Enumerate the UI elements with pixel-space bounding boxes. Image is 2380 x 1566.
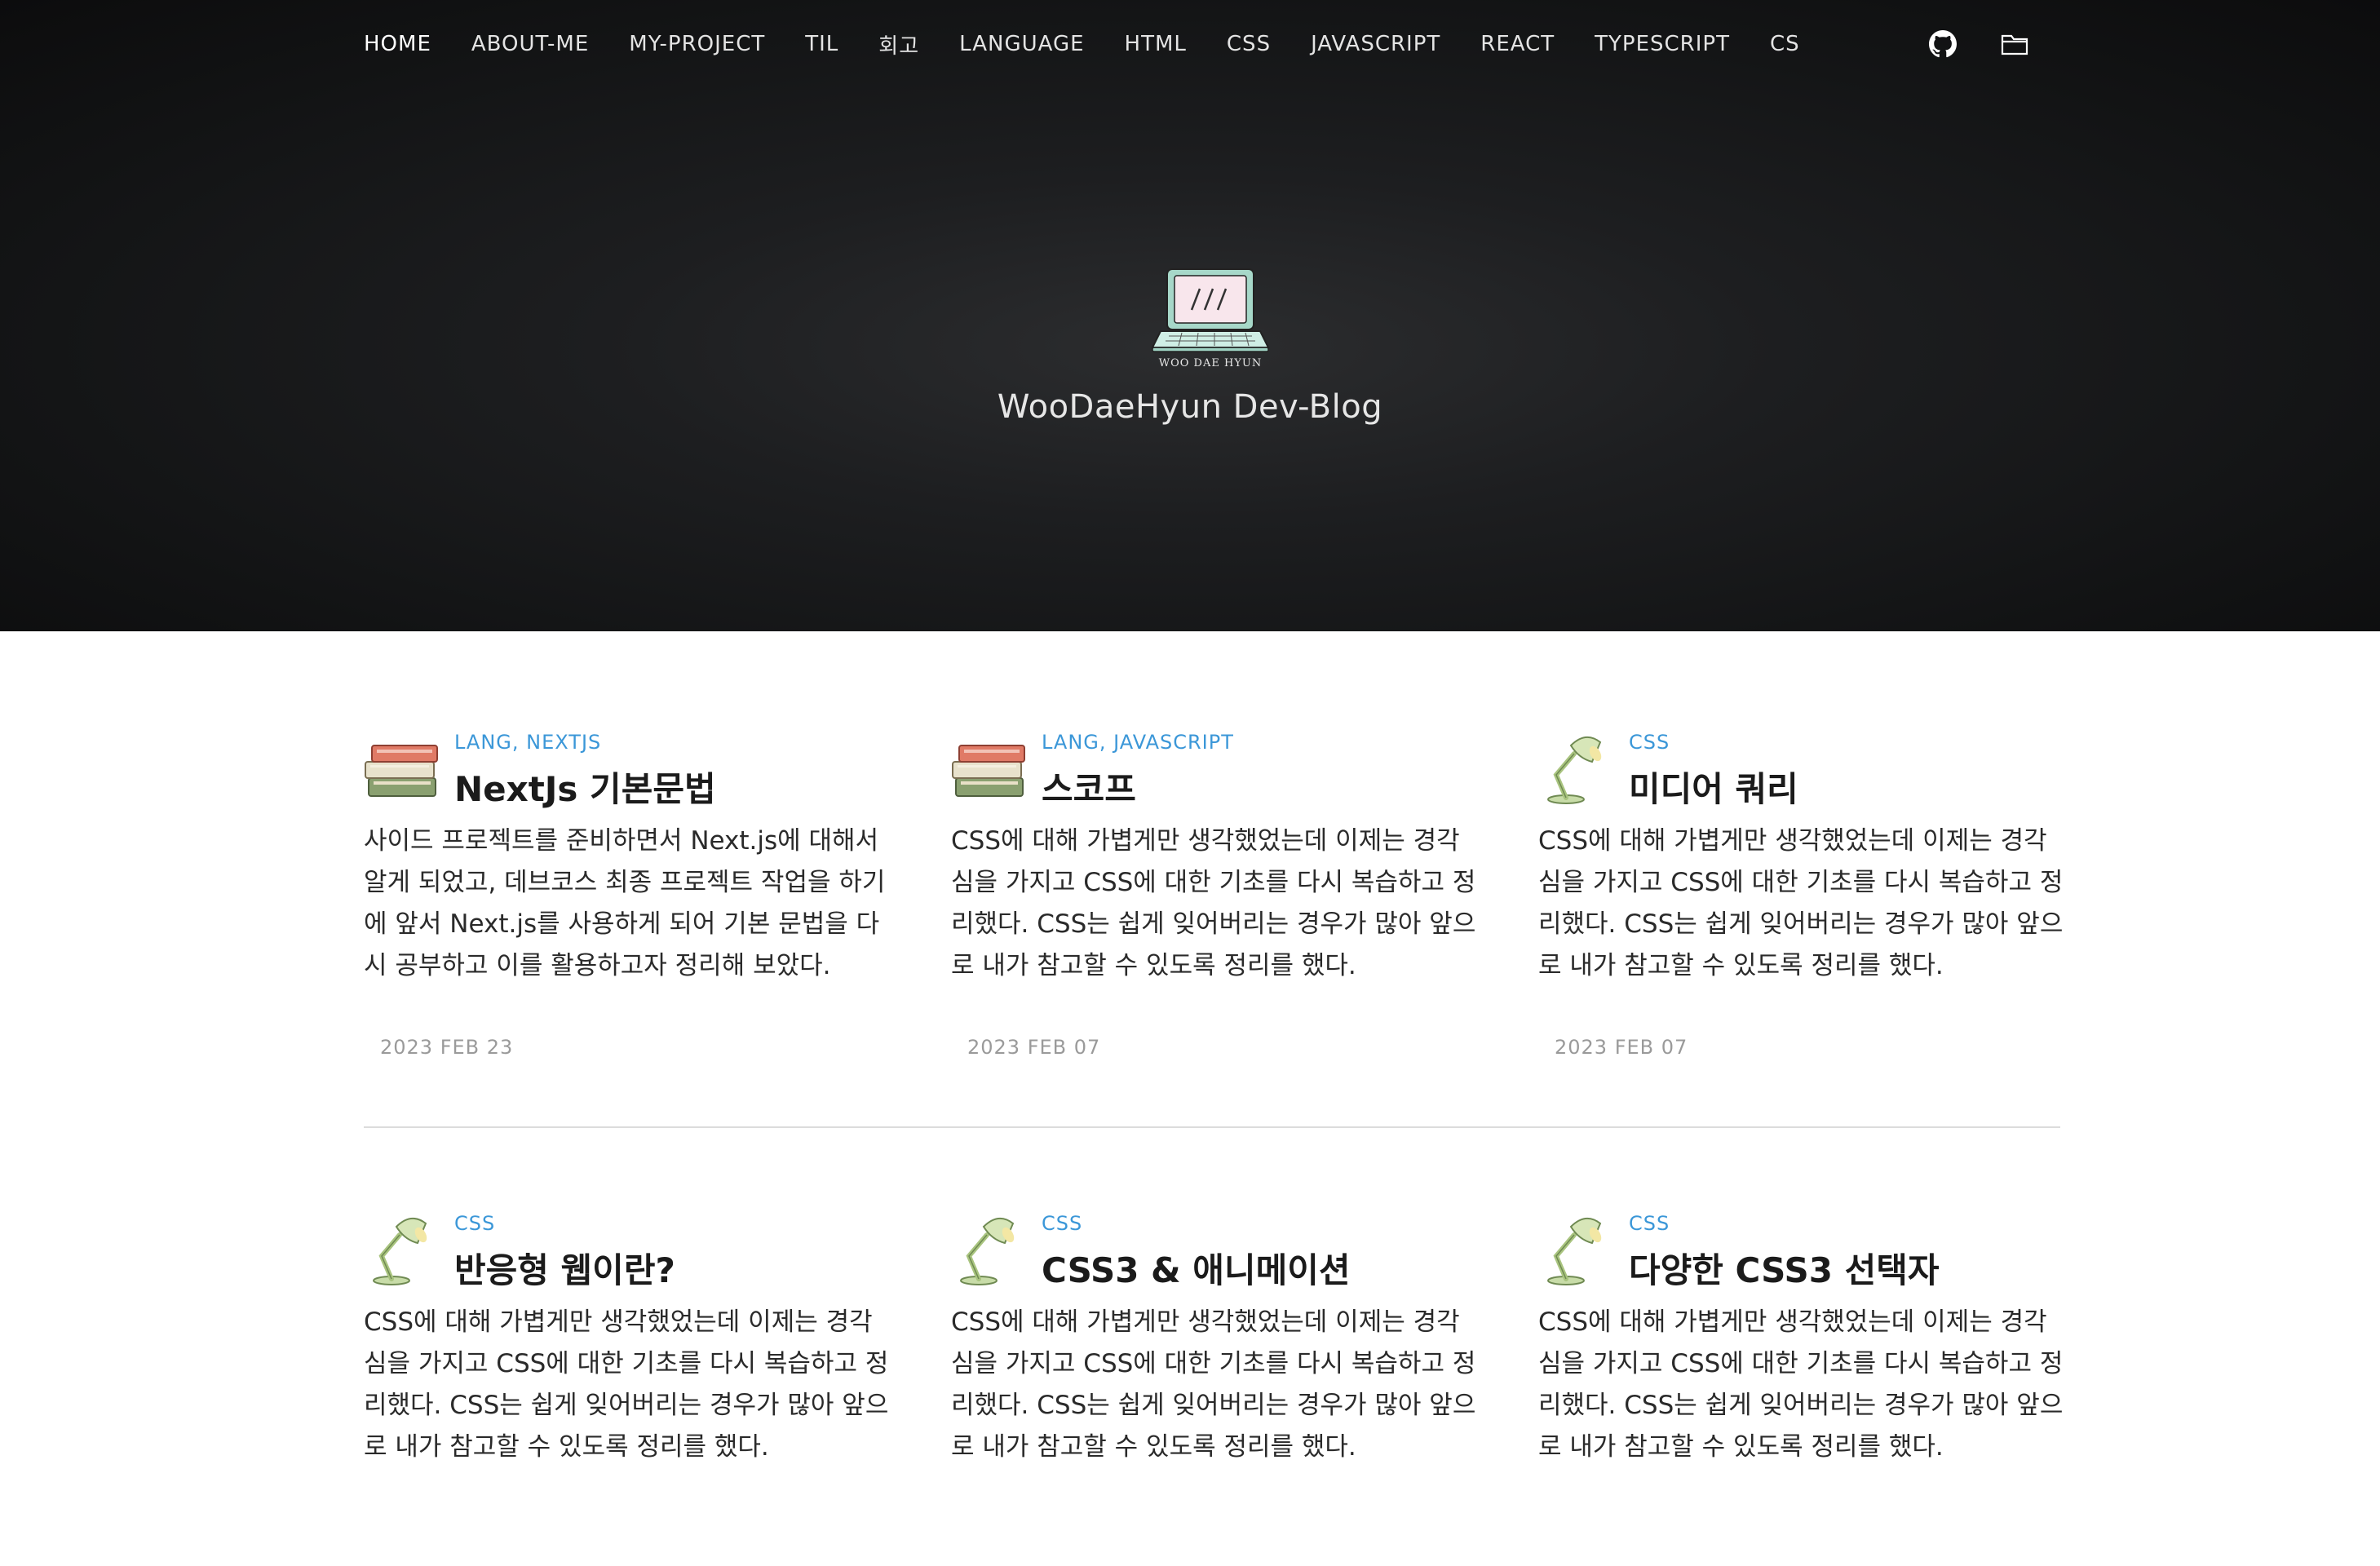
nav-item-javascript[interactable]: JAVASCRIPT bbox=[1311, 32, 1440, 56]
row-divider bbox=[364, 1126, 2060, 1128]
post-tags[interactable]: CSS bbox=[1629, 1212, 1670, 1235]
lamp-icon bbox=[1538, 729, 1617, 807]
nav-item-cs[interactable]: CS bbox=[1770, 32, 1800, 56]
site-logo: WOO DAE HYUN bbox=[1149, 263, 1272, 370]
nav-icon-group bbox=[1927, 28, 2031, 60]
post-row: CSS 반응형 웹이란? CSS에 대해 가볍게만 생각했었는데 이제는 경각심… bbox=[364, 1207, 2063, 1566]
logo-text: WOO DAE HYUN bbox=[1159, 357, 1263, 369]
post-title[interactable]: 스코프 bbox=[1042, 762, 1136, 812]
post-excerpt: CSS에 대해 가볍게만 생각했었는데 이제는 경각심을 가지고 CSS에 대한… bbox=[1538, 826, 2064, 980]
post-title[interactable]: 다양한 CSS3 선택자 bbox=[1629, 1243, 1940, 1293]
hero-banner: HOME ABOUT-ME MY-PROJECT TIL 회고 LANGUAGE… bbox=[0, 0, 2380, 631]
site-title[interactable]: WooDaeHyun Dev-Blog bbox=[0, 388, 2380, 426]
post-date: 2023 FEB 23 bbox=[380, 1036, 514, 1059]
nav-item-typescript[interactable]: TYPESCRIPT bbox=[1595, 32, 1730, 56]
nav-item-my-project[interactable]: MY-PROJECT bbox=[629, 32, 765, 56]
lamp-icon bbox=[364, 1210, 442, 1289]
post-title[interactable]: 반응형 웹이란? bbox=[454, 1243, 675, 1293]
post-title[interactable]: CSS3 & 애니메이션 bbox=[1042, 1243, 1351, 1293]
top-nav: HOME ABOUT-ME MY-PROJECT TIL 회고 LANGUAGE… bbox=[364, 28, 1840, 60]
nav-item-about-me[interactable]: ABOUT-ME bbox=[471, 32, 589, 56]
nav-item-css[interactable]: CSS bbox=[1227, 32, 1271, 56]
nav-item-til[interactable]: TIL bbox=[805, 32, 838, 56]
lamp-icon bbox=[1538, 1210, 1617, 1289]
github-icon[interactable] bbox=[1927, 28, 1959, 60]
books-icon bbox=[364, 729, 442, 807]
lamp-icon bbox=[951, 1210, 1029, 1289]
post-card[interactable]: CSS CSS3 & 애니메이션 CSS에 대해 가볍게만 생각했었는데 이제는… bbox=[951, 1207, 1475, 1566]
nav-item-home[interactable]: HOME bbox=[364, 32, 431, 56]
post-tags[interactable]: CSS bbox=[454, 1212, 495, 1235]
nav-item-language[interactable]: LANGUAGE bbox=[959, 32, 1084, 56]
post-card[interactable]: CSS 다양한 CSS3 선택자 CSS에 대해 가볍게만 생각했었는데 이제는… bbox=[1538, 1207, 2063, 1566]
post-excerpt: CSS에 대해 가볍게만 생각했었는데 이제는 경각심을 가지고 CSS에 대한… bbox=[364, 1307, 889, 1462]
post-excerpt: 사이드 프로젝트를 준비하면서 Next.js에 대해서 알게 되었고, 데브코… bbox=[364, 826, 886, 980]
post-date: 2023 FEB 07 bbox=[967, 1036, 1101, 1059]
post-card[interactable]: CSS 미디어 쿼리 CSS에 대해 가볍게만 생각했었는데 이제는 경각심을 … bbox=[1538, 726, 2063, 1085]
nav-item-html[interactable]: HTML bbox=[1125, 32, 1187, 56]
books-icon bbox=[951, 729, 1029, 807]
post-excerpt: CSS에 대해 가볍게만 생각했었는데 이제는 경각심을 가지고 CSS에 대한… bbox=[951, 826, 1476, 980]
post-tags[interactable]: CSS bbox=[1629, 731, 1670, 754]
nav-item-react[interactable]: REACT bbox=[1480, 32, 1555, 56]
post-card[interactable]: CSS 반응형 웹이란? CSS에 대해 가볍게만 생각했었는데 이제는 경각심… bbox=[364, 1207, 888, 1566]
nav-item-retrospective[interactable]: 회고 bbox=[878, 29, 919, 60]
post-title[interactable]: 미디어 쿼리 bbox=[1629, 762, 1798, 812]
post-tags[interactable]: LANG, JAVASCRIPT bbox=[1042, 731, 1234, 754]
post-row: LANG, NEXTJS NextJs 기본문법 사이드 프로젝트를 준비하면서… bbox=[364, 726, 2063, 1085]
post-excerpt: CSS에 대해 가볍게만 생각했었는데 이제는 경각심을 가지고 CSS에 대한… bbox=[1538, 1307, 2064, 1462]
post-date: 2023 FEB 07 bbox=[1555, 1036, 1688, 1059]
folder-icon[interactable] bbox=[1998, 28, 2031, 60]
post-card[interactable]: LANG, JAVASCRIPT 스코프 CSS에 대해 가볍게만 생각했었는데… bbox=[951, 726, 1475, 1085]
post-tags[interactable]: LANG, NEXTJS bbox=[454, 731, 601, 754]
post-tags[interactable]: CSS bbox=[1042, 1212, 1082, 1235]
post-excerpt: CSS에 대해 가볍게만 생각했었는데 이제는 경각심을 가지고 CSS에 대한… bbox=[951, 1307, 1476, 1462]
post-title[interactable]: NextJs 기본문법 bbox=[454, 762, 716, 812]
post-card[interactable]: LANG, NEXTJS NextJs 기본문법 사이드 프로젝트를 준비하면서… bbox=[364, 726, 886, 1085]
